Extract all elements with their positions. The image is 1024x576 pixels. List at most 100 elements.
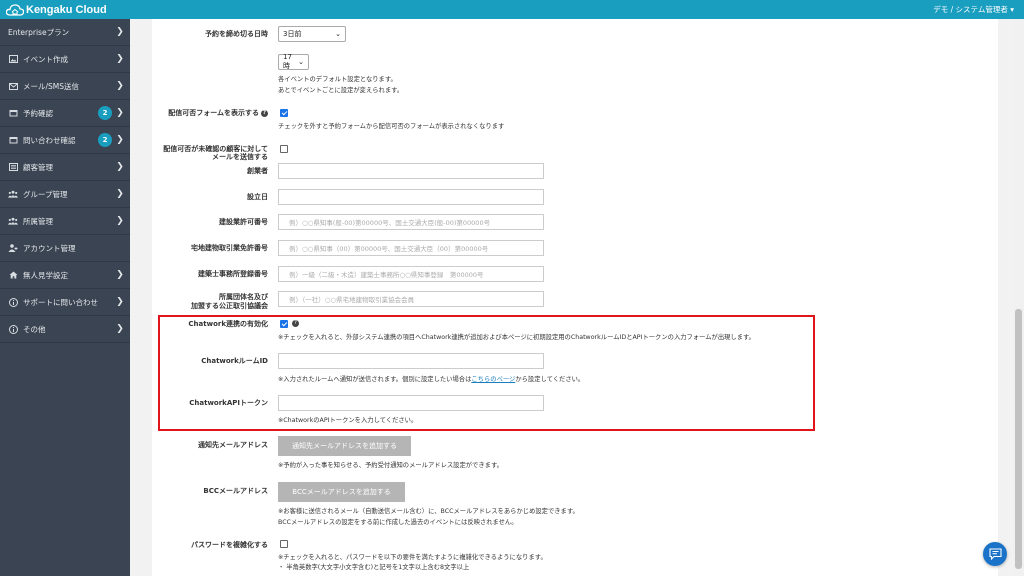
architect-registration-label: 建築士事務所登録番号 [198, 270, 268, 278]
cloud-logo-icon [6, 3, 24, 16]
chevron-right-icon: ❯ [116, 27, 124, 37]
bcc-email-note-2: BCCメールアドレスの設定をする前に作成した過去のイベントには反映されません。 [278, 519, 518, 526]
user-menu[interactable]: デモ / システム管理者 ▾ [933, 4, 1014, 15]
chatwork-settings-link[interactable]: こちらのページ [471, 376, 515, 383]
add-notify-email-button[interactable]: 通知先メールアドレスを追加する [278, 436, 411, 456]
show-unsubscribe-label-text: 配信可否フォームを表示する [168, 109, 259, 117]
show-unsubscribe-note: チェックを外すと予約フォームから配信可否のフォームが表示されなくなります [278, 123, 505, 130]
construction-license-input[interactable]: 例）○○県知事(般-00)第00000号、国土交通大臣(般-00)第00000号 [278, 214, 544, 230]
chatwork-room-note: ※入力されたルームへ通知が送信されます。個別に設定したい場合はこちらのページから… [278, 375, 584, 385]
sidebar: Enterpriseプラン ❯ イベント作成 ❯ メール/SMS送信 ❯ 予約確… [0, 19, 130, 576]
chevron-down-icon: ⌄ [335, 30, 341, 38]
sidebar-item-support[interactable]: サポートに問い合わせ ❯ [0, 289, 130, 316]
realestate-license-input[interactable]: 例）○○県知事（00）第00000号、国土交通大臣（00）第00000号 [278, 240, 544, 256]
sidebar-item-label: 予約確認 [23, 108, 53, 118]
chatwork-enable-label: Chatwork連携の有効化 [188, 320, 268, 328]
chevron-right-icon: ❯ [116, 135, 124, 145]
home-icon [8, 271, 18, 280]
sidebar-item-customers[interactable]: 顧客管理 ❯ [0, 154, 130, 181]
help-icon[interactable]: ? [292, 320, 299, 327]
calendar-icon [8, 136, 18, 145]
sidebar-item-label: グループ管理 [23, 189, 68, 199]
show-unsubscribe-checkbox[interactable] [280, 109, 288, 117]
show-unsubscribe-label: 配信可否フォームを表示する? [168, 109, 268, 118]
sidebar-item-label: アカウント管理 [23, 243, 76, 253]
password-complex-note-2: ・ 半角英数字(大文字小文字含む)と記号を1文字以上含む8文字以上 [278, 564, 470, 571]
sidebar-item-unmanned-tour[interactable]: 無人見学設定 ❯ [0, 262, 130, 289]
sidebar-item-accounts[interactable]: アカウント管理 [0, 235, 130, 262]
sidebar-item-label: イベント作成 [23, 54, 68, 64]
association-label-line1: 所属団体名及び [219, 293, 268, 301]
chatwork-token-input[interactable] [278, 395, 544, 411]
sidebar-item-inquiry[interactable]: 問い合わせ確認 2 ❯ [0, 127, 130, 154]
chat-support-button[interactable] [983, 542, 1007, 566]
chevron-right-icon: ❯ [116, 216, 124, 226]
app-name: Kengaku Cloud [26, 3, 107, 16]
deadline-hour-select[interactable]: 17時 ⌄ [278, 53, 309, 70]
established-label: 設立日 [247, 193, 268, 201]
password-complex-note-1: ※チェックを入れると、パスワードを以下の要件を満たすように複雑化できるようになり… [278, 554, 547, 561]
chevron-right-icon: ❯ [116, 297, 124, 307]
inquiry-count-badge: 2 [98, 133, 112, 147]
chatwork-room-label: ChatworkルームID [201, 357, 268, 365]
page-scrollbar[interactable] [1013, 19, 1024, 576]
sidebar-item-label: サポートに問い合わせ [23, 297, 98, 307]
architect-registration-input[interactable]: 例）一級（二級・木造）建築士事務所○○県知事登録 第00000号 [278, 266, 544, 282]
deadline-day-select[interactable]: 3日前 ⌄ [278, 26, 346, 42]
send-unconfirmed-label-2: メールを送信する [212, 153, 268, 162]
deadline-note-2: あとでイベントごとに設定が変えられます。 [278, 87, 404, 94]
add-bcc-email-button[interactable]: BCCメールアドレスを追加する [278, 482, 405, 502]
info-icon [8, 324, 18, 334]
association-label-2: 加盟する公正取引協議会 [191, 302, 268, 311]
chatwork-room-note-tail: から設定してください。 [515, 376, 585, 383]
founder-input[interactable] [278, 163, 544, 179]
calendar-icon [8, 109, 18, 118]
chatwork-token-note: ※ChatworkのAPIトークンを入力してください。 [278, 417, 418, 424]
chevron-right-icon: ❯ [116, 81, 124, 91]
sidebar-item-groups[interactable]: グループ管理 ❯ [0, 181, 130, 208]
sidebar-item-label: メール/SMS送信 [23, 81, 80, 91]
sidebar-item-label: その他 [23, 324, 46, 334]
send-unconfirmed-checkbox[interactable] [280, 145, 288, 153]
sidebar-item-label: Enterpriseプラン [8, 27, 70, 37]
sidebar-item-affiliations[interactable]: 所属管理 ❯ [0, 208, 130, 235]
sidebar-item-reservation[interactable]: 予約確認 2 ❯ [0, 100, 130, 127]
password-complex-checkbox[interactable] [280, 540, 288, 548]
envelope-icon [8, 82, 18, 91]
reservation-count-badge: 2 [98, 106, 112, 120]
sidebar-item-mail-sms[interactable]: メール/SMS送信 ❯ [0, 73, 130, 100]
deadline-day-value: 3日前 [283, 30, 302, 38]
association-label-line2: 加盟する公正取引協議会 [191, 302, 268, 310]
sidebar-item-label: 問い合わせ確認 [23, 135, 76, 145]
user-menu-label: デモ / システム管理者 [933, 5, 1008, 14]
group-icon [8, 217, 18, 226]
chevron-right-icon: ❯ [116, 189, 124, 199]
image-icon [8, 55, 18, 64]
chevron-right-icon: ❯ [116, 108, 124, 118]
chatwork-room-note-text: ※入力されたルームへ通知が送信されます。個別に設定したい場合は [278, 376, 472, 383]
bcc-email-note-1: ※お客様に送信されるメール（自動送信メール含む）に、BCCメールアドレスをあらか… [278, 508, 579, 515]
help-icon[interactable]: ? [261, 109, 268, 117]
app-logo[interactable]: Kengaku Cloud [6, 2, 107, 17]
sidebar-item-other[interactable]: その他 ❯ [0, 316, 130, 343]
chatwork-enable-checkbox[interactable] [280, 320, 288, 328]
chatwork-token-label: ChatworkAPIトークン [189, 399, 268, 407]
scrollbar-thumb[interactable] [1015, 309, 1022, 569]
top-bar: Kengaku Cloud デモ / システム管理者 ▾ [0, 0, 1024, 19]
sidebar-item-label: 顧客管理 [23, 162, 53, 172]
chevron-right-icon: ❯ [116, 54, 124, 64]
chevron-right-icon: ❯ [116, 270, 124, 280]
construction-license-label: 建設業許可番号 [219, 218, 268, 226]
list-icon [8, 163, 18, 172]
sidebar-item-event-create[interactable]: イベント作成 ❯ [0, 46, 130, 73]
chat-list-icon [988, 548, 1002, 560]
sidebar-item-label: 所属管理 [23, 216, 53, 226]
association-input[interactable]: 例）（一社）○○県宅地建物取引業協会会員 [278, 291, 544, 307]
chatwork-room-input[interactable] [278, 353, 544, 369]
sidebar-item-enterprise[interactable]: Enterpriseプラン ❯ [0, 19, 130, 46]
deadline-note-1: 各イベントのデフォルト設定となります。 [278, 76, 397, 83]
chevron-down-icon: ▾ [1010, 5, 1014, 14]
association-label: 所属団体名及び [219, 293, 268, 302]
established-input[interactable] [278, 189, 544, 205]
send-unconfirmed-label-line2: メールを送信する [212, 153, 268, 161]
